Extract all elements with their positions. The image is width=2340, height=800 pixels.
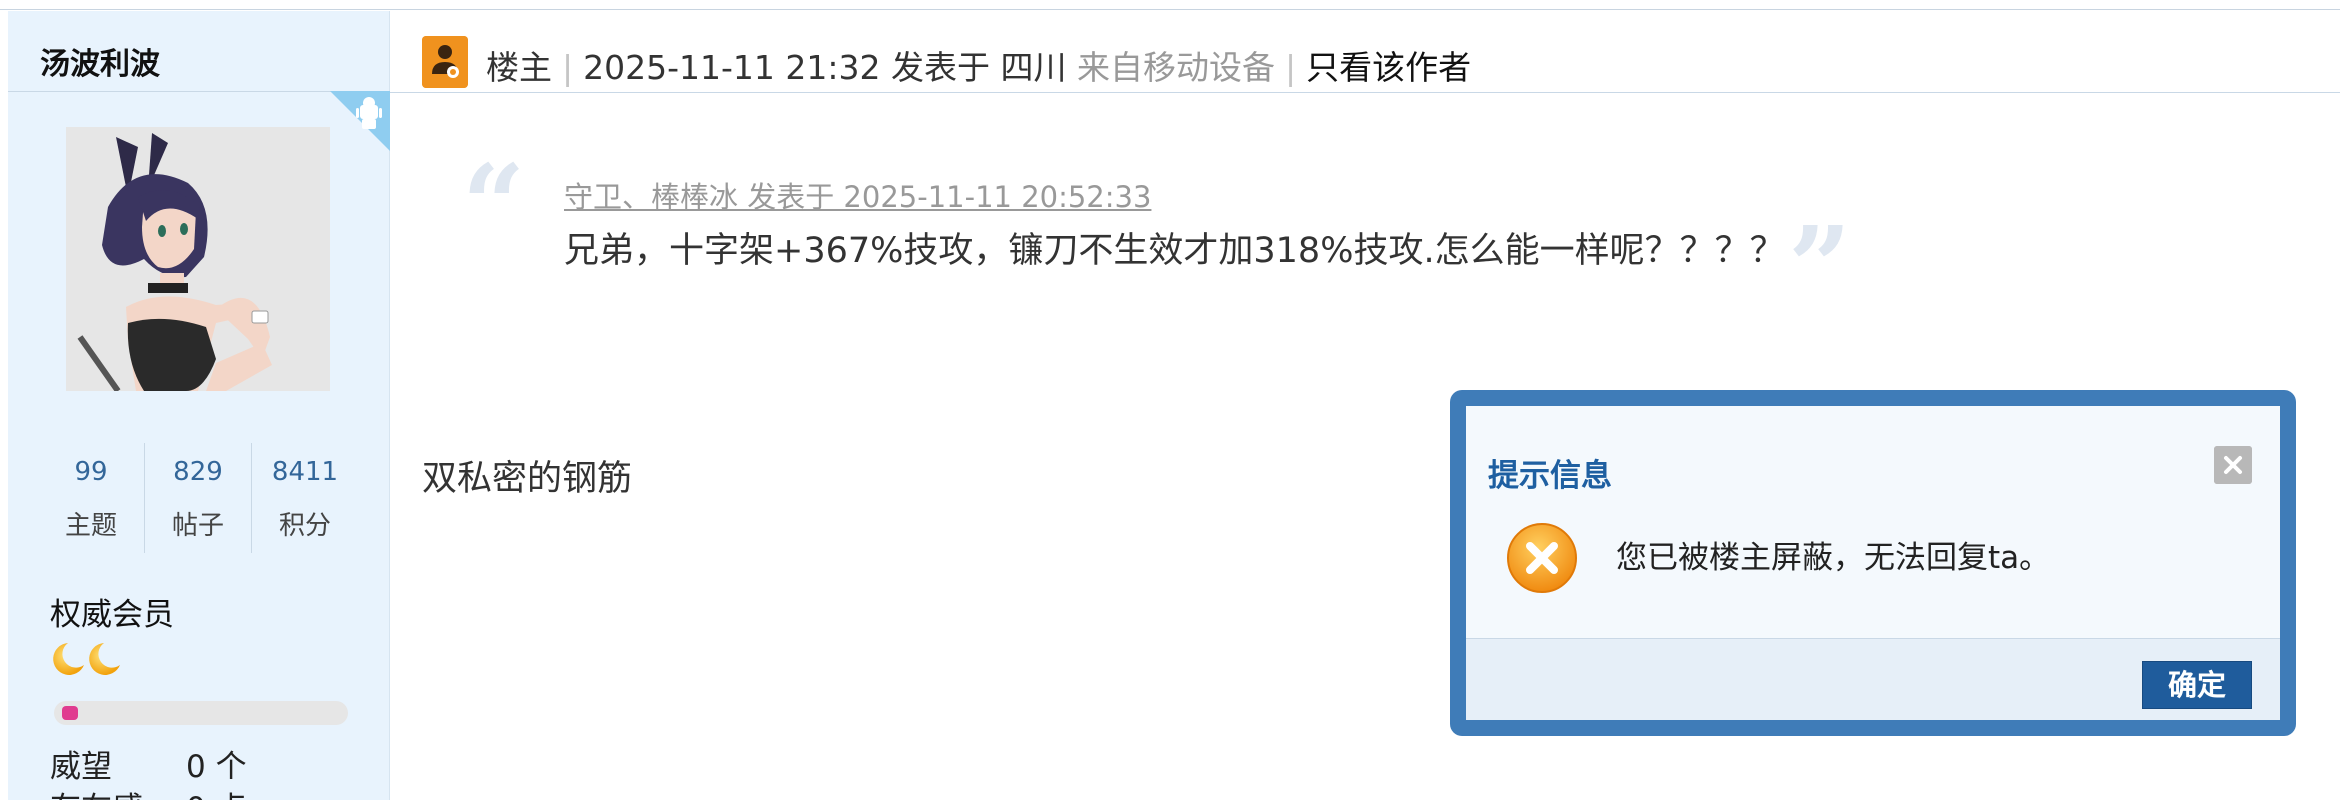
stat-posts[interactable]: 829 帖子 bbox=[145, 443, 252, 553]
info-prestige-label: 威望 bbox=[50, 749, 112, 785]
stat-points-label: 积分 bbox=[278, 511, 331, 541]
level-progress-bar bbox=[54, 701, 348, 725]
post-datetime: 2025-11-11 21:32 发表于 四川 bbox=[583, 48, 1067, 87]
dialog-body: 提示信息 您已被楼主屏蔽，无法回复ta。 确定 bbox=[1466, 406, 2280, 720]
close-icon[interactable] bbox=[2214, 446, 2252, 484]
dialog-message: 您已被楼主屏蔽，无法回复ta。 bbox=[1616, 540, 2051, 576]
post-header: 楼主 | 2025-11-11 21:32 发表于 四川 来自移动设备 | 只看该作者 bbox=[390, 11, 2340, 93]
post-meta: 楼主 | 2025-11-11 21:32 发表于 四川 来自移动设备 | 只看该作者 bbox=[486, 41, 1471, 89]
moon-icon bbox=[53, 643, 120, 675]
top-border bbox=[0, 0, 2340, 10]
author-username[interactable]: 汤波利波 bbox=[40, 39, 160, 83]
post-body: 双私密的钢筋 bbox=[422, 459, 633, 499]
quote-text: 兄弟，十字架+367%技攻，镰刀不生效才加318%技攻.怎么能一样呢？？？？ bbox=[564, 231, 1785, 271]
info-presence-label: 存在感 bbox=[50, 791, 143, 800]
stat-threads-value: 99 bbox=[74, 457, 108, 487]
author-sidebar: 汤波利波 99 主题 829 帖子 8411 积分 权威会员 威望 0 个 bbox=[8, 11, 390, 800]
notice-dialog: 提示信息 您已被楼主屏蔽，无法回复ta。 确定 bbox=[1450, 390, 2296, 736]
author-stats: 99 主题 829 帖子 8411 积分 bbox=[38, 443, 358, 553]
stat-posts-value: 829 bbox=[173, 457, 223, 487]
quote-open-mark: “ bbox=[462, 140, 526, 269]
forum-post-page: 汤波利波 99 主题 829 帖子 8411 积分 权威会员 威望 0 个 楼主… bbox=[0, 0, 2340, 800]
dialog-title: 提示信息 bbox=[1488, 458, 1612, 494]
confirm-button[interactable]: 确定 bbox=[2142, 661, 2252, 709]
error-x-icon bbox=[1507, 523, 1577, 593]
author-rank: 权威会员 bbox=[50, 597, 174, 633]
avatar-image bbox=[66, 127, 330, 391]
post-role: 楼主 bbox=[486, 48, 552, 87]
info-row-prestige: 威望 0 个 bbox=[50, 741, 247, 786]
quote-close-mark: ” bbox=[1788, 202, 1852, 331]
only-author-link[interactable]: 只看该作者 bbox=[1306, 48, 1471, 87]
meta-divider: | bbox=[562, 48, 574, 87]
quote-author-link[interactable]: 守卫、棒棒冰 发表于 2025-11-11 20:52:33 bbox=[564, 174, 1151, 216]
level-progress-fill bbox=[62, 706, 78, 720]
meta-divider: | bbox=[1284, 48, 1297, 87]
stat-points[interactable]: 8411 积分 bbox=[252, 443, 358, 553]
android-icon bbox=[330, 91, 390, 151]
author-avatar[interactable] bbox=[66, 127, 330, 391]
info-row-presence: 存在感 0 点 bbox=[50, 783, 247, 800]
info-prestige-value: 0 个 bbox=[186, 749, 247, 785]
info-presence-value: 0 点 bbox=[186, 783, 247, 800]
stat-points-value: 8411 bbox=[271, 457, 339, 487]
post-source[interactable]: 来自移动设备 bbox=[1077, 48, 1275, 87]
stat-threads-label: 主题 bbox=[64, 511, 117, 541]
dialog-footer: 确定 bbox=[1466, 638, 2280, 720]
stat-threads[interactable]: 99 主题 bbox=[38, 443, 145, 553]
stat-posts-label: 帖子 bbox=[171, 511, 224, 541]
thread-starter-icon bbox=[422, 36, 468, 88]
